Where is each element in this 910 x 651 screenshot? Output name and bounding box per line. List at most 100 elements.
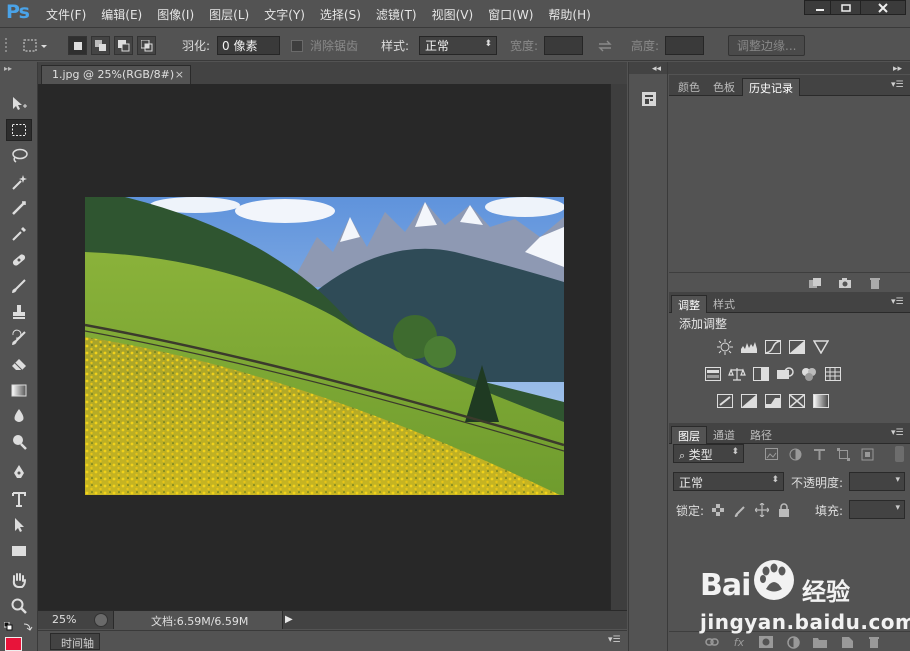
curves-icon[interactable] [764, 339, 782, 355]
crop-tool[interactable] [6, 197, 32, 219]
selective-color-icon[interactable] [788, 393, 806, 409]
clone-stamp-tool[interactable] [6, 301, 32, 323]
hand-tool[interactable] [6, 569, 32, 591]
hue-saturation-icon[interactable] [704, 366, 722, 382]
photo-filter-icon[interactable] [776, 366, 794, 382]
menu-window[interactable]: 窗口(W) [488, 6, 533, 23]
blur-tool[interactable] [6, 405, 32, 427]
opacity-input[interactable]: ▾ [849, 472, 905, 491]
close-window-button[interactable] [860, 0, 906, 15]
subtract-selection-button[interactable] [114, 36, 133, 55]
document-tab[interactable]: 1.jpg @ 25%(RGB/8#) × [41, 65, 191, 84]
threshold-icon[interactable] [764, 393, 782, 409]
menu-layer[interactable]: 图层(L) [209, 6, 249, 23]
color-balance-icon[interactable] [728, 366, 746, 382]
vibrance-icon[interactable] [812, 339, 830, 355]
history-brush-tool[interactable] [6, 327, 32, 349]
panel-menu-icon[interactable]: ▾☰ [891, 80, 904, 90]
levels-icon[interactable] [740, 339, 758, 355]
menu-file[interactable]: 文件(F) [46, 6, 86, 23]
width-input[interactable] [544, 36, 583, 55]
vertical-scrollbar[interactable] [610, 84, 627, 610]
fill-input[interactable]: ▾ [849, 500, 905, 519]
default-colors-icon[interactable] [4, 622, 34, 634]
filter-toggle-switch[interactable] [895, 446, 904, 462]
feather-input[interactable]: 0 像素 [217, 36, 280, 55]
refine-edge-button[interactable]: 调整边缘... [728, 35, 806, 56]
menu-edit[interactable]: 编辑(E) [101, 6, 142, 23]
brush-tool[interactable] [6, 275, 32, 297]
rectangle-tool[interactable] [6, 540, 32, 562]
panel-menu-icon[interactable]: ▾☰ [891, 428, 904, 438]
zoom-level[interactable]: 25% [52, 613, 76, 626]
lock-transparency-icon[interactable] [711, 503, 725, 517]
swap-dimensions-button[interactable] [597, 36, 613, 55]
dodge-tool[interactable] [6, 431, 32, 453]
eraser-tool[interactable] [6, 353, 32, 375]
intersect-selection-button[interactable] [137, 36, 156, 55]
black-white-icon[interactable] [752, 366, 770, 382]
magic-wand-tool[interactable] [6, 171, 32, 193]
antialias-checkbox[interactable] [291, 36, 303, 55]
filter-pixel-icon[interactable] [764, 447, 778, 461]
gradient-tool[interactable] [6, 379, 32, 401]
panels-collapse-icon[interactable]: ▸▸ [893, 64, 902, 74]
close-tab-icon[interactable]: × [175, 68, 184, 81]
timeline-menu-icon[interactable]: ▾☰ [608, 635, 621, 645]
menu-view[interactable]: 视图(V) [432, 6, 474, 23]
properties-dock-button[interactable] [636, 86, 662, 112]
move-tool[interactable] [6, 93, 32, 115]
tab-swatches[interactable]: 色板 [707, 78, 741, 96]
menu-filter[interactable]: 滤镜(T) [376, 6, 417, 23]
delete-state-button[interactable] [868, 277, 882, 289]
panel-menu-icon[interactable]: ▾☰ [891, 297, 904, 307]
color-lookup-icon[interactable] [824, 366, 842, 382]
menu-type[interactable]: 文字(Y) [264, 6, 305, 23]
lock-position-icon[interactable] [755, 503, 769, 517]
rectangular-marquee-tool[interactable] [6, 119, 32, 141]
lock-all-icon[interactable] [777, 503, 791, 517]
new-selection-button[interactable] [68, 36, 87, 55]
filter-smart-object-icon[interactable] [860, 447, 874, 461]
posterize-icon[interactable] [740, 393, 758, 409]
status-circle-icon[interactable] [94, 613, 108, 627]
path-selection-tool[interactable] [6, 514, 32, 536]
status-menu-arrow-icon[interactable]: ▶ [285, 614, 293, 625]
channel-mixer-icon[interactable] [800, 366, 818, 382]
snapshot-button[interactable] [838, 277, 852, 289]
menu-image[interactable]: 图像(I) [157, 6, 194, 23]
pen-tool[interactable] [6, 461, 32, 483]
brightness-contrast-icon[interactable] [716, 339, 734, 355]
blend-mode-select[interactable]: 正常 ⬍ [673, 472, 784, 491]
maximize-button[interactable] [830, 0, 862, 15]
exposure-icon[interactable] [788, 339, 806, 355]
filter-shape-icon[interactable] [836, 447, 850, 461]
tool-preset-picker[interactable] [22, 36, 50, 55]
menu-select[interactable]: 选择(S) [320, 6, 361, 23]
style-select[interactable]: 正常 ⬍ [419, 36, 497, 55]
tab-channels[interactable]: 通道 [707, 426, 741, 444]
type-tool[interactable] [6, 488, 32, 510]
panels-collapse-bar[interactable] [668, 62, 910, 74]
gradient-map-icon[interactable] [812, 393, 830, 409]
filter-adjustment-icon[interactable] [788, 447, 802, 461]
lock-image-pixels-icon[interactable] [734, 503, 748, 517]
menu-help[interactable]: 帮助(H) [548, 6, 590, 23]
new-document-from-state-button[interactable] [808, 277, 822, 289]
filter-type-icon[interactable] [812, 447, 826, 461]
lasso-tool[interactable] [6, 145, 32, 167]
invert-icon[interactable] [716, 393, 734, 409]
tab-history[interactable]: 历史记录 [742, 78, 800, 96]
healing-brush-tool[interactable] [6, 249, 32, 271]
document-image[interactable] [85, 197, 564, 495]
foreground-color-swatch[interactable] [5, 637, 22, 651]
zoom-tool[interactable] [6, 595, 32, 617]
layer-filter-select[interactable]: ⌕ 类型 ⬍ [673, 444, 744, 463]
dock-collapse-icon[interactable]: ◂◂ [652, 64, 661, 74]
collapse-arrows-icon[interactable]: ▸▸ [4, 64, 12, 73]
tab-styles[interactable]: 样式 [707, 295, 741, 313]
tab-color[interactable]: 颜色 [672, 78, 706, 96]
height-input[interactable] [665, 36, 704, 55]
tab-adjustments[interactable]: 调整 [671, 295, 707, 313]
tab-paths[interactable]: 路径 [744, 426, 778, 444]
